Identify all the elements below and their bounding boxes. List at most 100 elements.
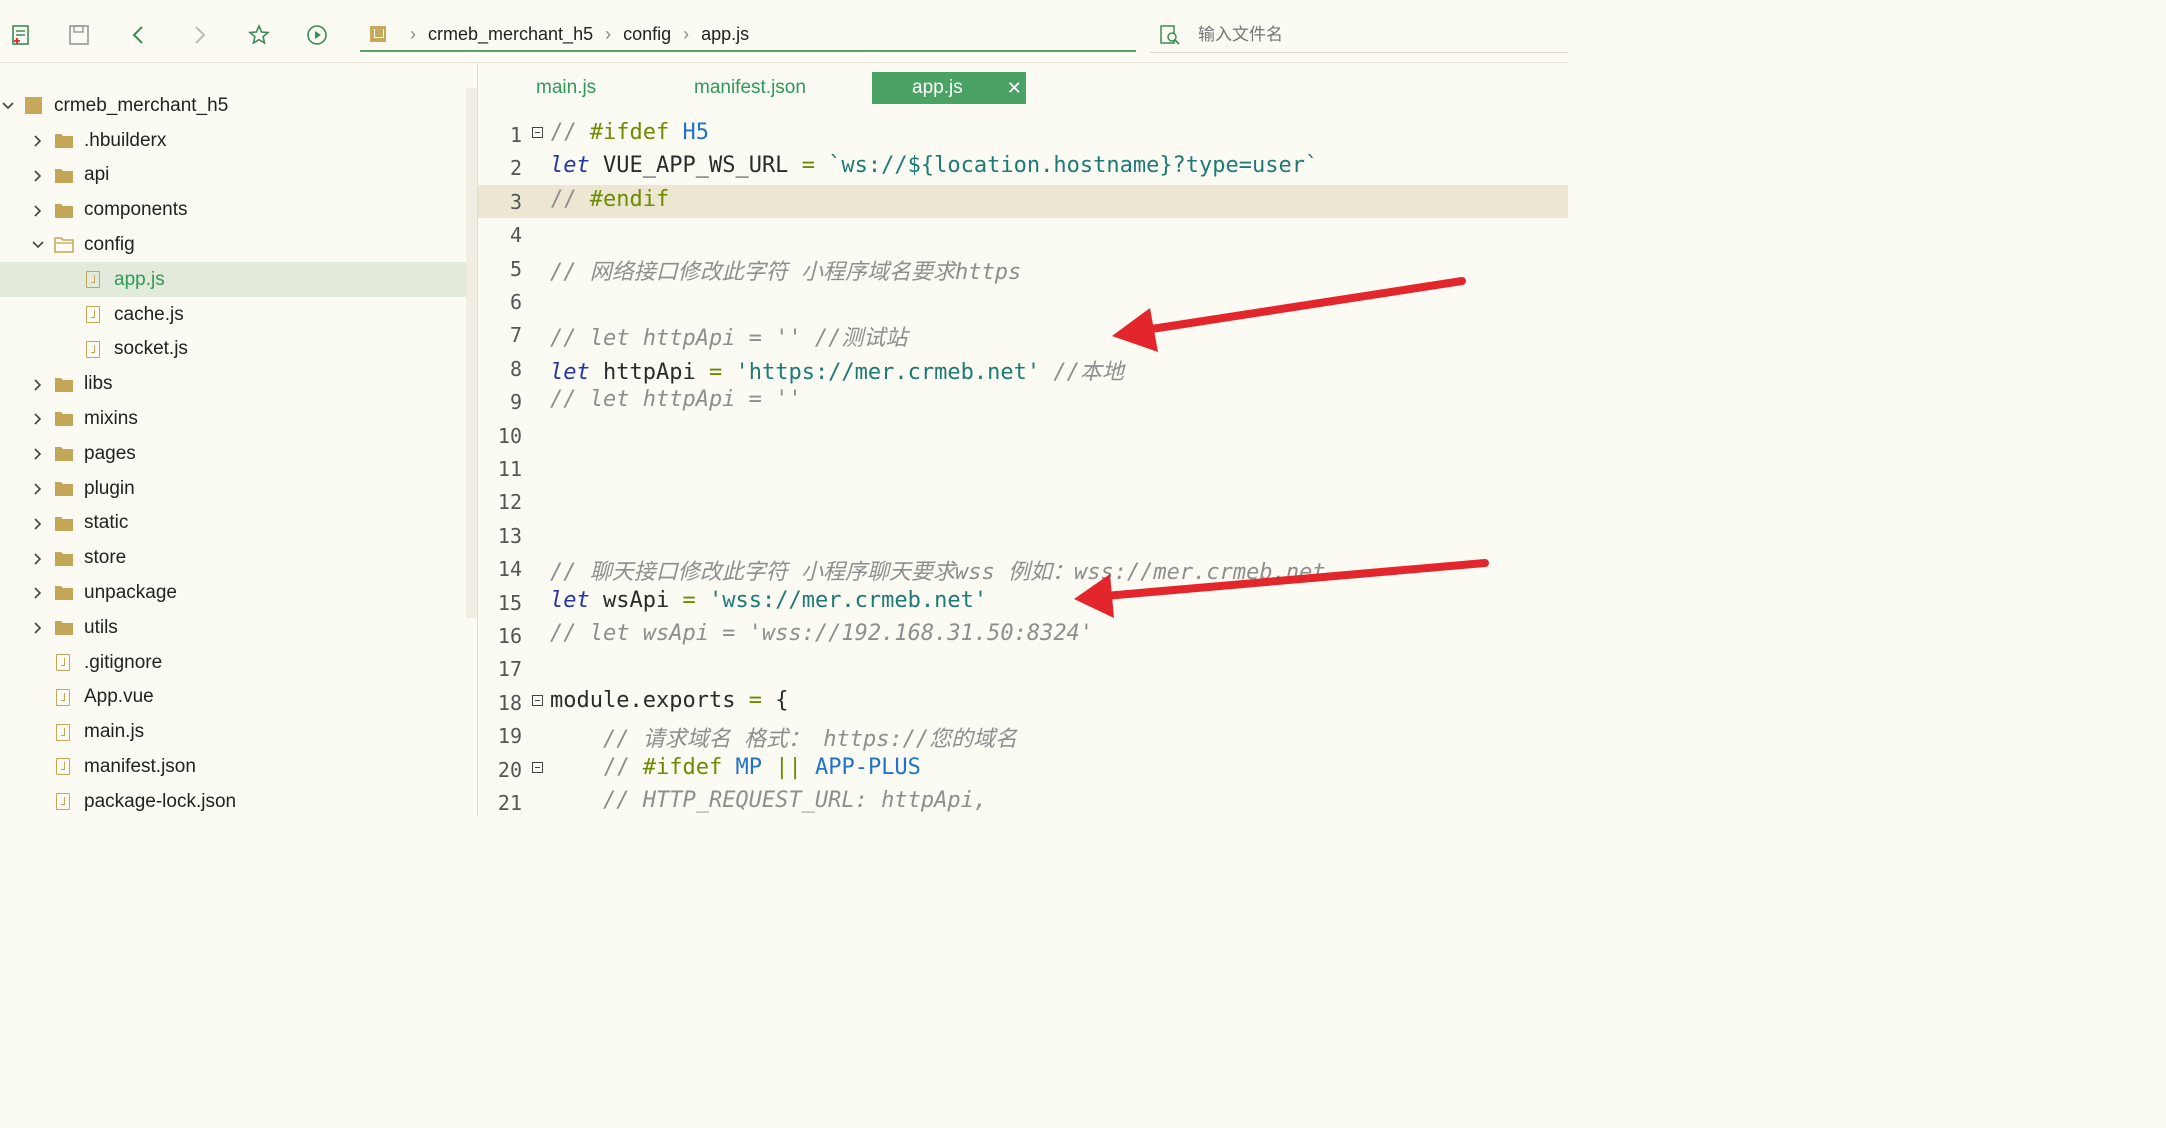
code-line[interactable]: 7 // let httpApi = '' //测试站 [478, 318, 1568, 351]
code-line[interactable]: 11 [478, 452, 1568, 485]
chevron-right-icon[interactable] [30, 133, 46, 149]
chevron-down-icon[interactable] [30, 237, 46, 253]
back-icon[interactable] [126, 22, 152, 48]
code-text: // #ifdef H5 [550, 120, 709, 145]
code-line[interactable]: 10 [478, 419, 1568, 452]
file-search-input[interactable] [1196, 24, 1500, 46]
code-line[interactable]: 17 [478, 652, 1568, 685]
star-icon[interactable] [246, 22, 272, 48]
line-number: 8 [509, 356, 522, 381]
code-line[interactable]: 14 // 聊天接口修改此字符 小程序聊天要求wss 例如：wss://mer.c… [478, 552, 1568, 585]
code-text: // let wsApi = 'wss://192.168.31.50:8324… [550, 621, 1094, 646]
chevron-right-icon[interactable] [30, 377, 46, 393]
code-line[interactable]: 4 [478, 218, 1568, 251]
close-icon[interactable]: ✕ [1007, 78, 1022, 99]
tree-item[interactable]: plugin [0, 471, 466, 506]
project-explorer: crmeb_merchant_h5 .hbuilderx api component… [0, 62, 466, 817]
folder-icon [54, 445, 74, 462]
code-line[interactable]: 19 // 请求域名 格式： https://您的域名 [478, 719, 1568, 752]
code-line[interactable]: 6 [478, 285, 1568, 318]
folder-icon [54, 550, 74, 566]
tree-item[interactable]: unpackage [0, 575, 466, 610]
code-line[interactable]: 2 let VUE_APP_WS_URL = `ws://${location.h… [478, 151, 1568, 184]
breadcrumb: › crmeb_merchant_h5 › config › app.js [360, 18, 1136, 52]
code-line[interactable]: 18 module.exports = { [478, 686, 1568, 719]
tab-app-js[interactable]: app.js ✕ [872, 72, 1026, 104]
line-number: 1 [509, 123, 522, 147]
tree-item[interactable]: libs [0, 367, 466, 402]
code-editor[interactable]: 1 // #ifdef H5 2 let VUE_APP_WS_URL = `ws:/… [478, 112, 1568, 817]
tree-item[interactable]: cache.js [0, 297, 466, 332]
editor-tabs: main.js manifest.json app.js ✕ [478, 62, 1568, 112]
chevron-right-icon[interactable] [30, 551, 46, 567]
folder-icon [54, 515, 74, 531]
save-icon[interactable] [66, 22, 92, 48]
line-number: 17 [497, 657, 522, 682]
code-line[interactable]: 3 // #endif [478, 184, 1568, 218]
chevron-right-icon[interactable] [30, 620, 46, 636]
file-icon [56, 723, 70, 741]
code-line[interactable]: 8 let httpApi = 'https://mer.crmeb.net' /… [478, 352, 1568, 385]
code-line[interactable]: 13 [478, 519, 1568, 552]
tree-item[interactable]: App.vue [0, 680, 466, 715]
code-line[interactable]: 1 // #ifdef H5 [478, 118, 1568, 151]
code-line[interactable]: 20 // #ifdef MP || APP-PLUS [478, 753, 1568, 786]
code-text: // 网络接口修改此字符 小程序域名要求https [550, 259, 1022, 285]
tree-item[interactable]: static [0, 506, 466, 541]
chevron-down-icon[interactable] [0, 98, 16, 114]
chevron-right-icon[interactable] [30, 481, 46, 497]
chevron-right-icon[interactable] [30, 168, 46, 184]
line-number: 5 [509, 256, 522, 281]
code-line[interactable]: 5 // 网络接口修改此字符 小程序域名要求https [478, 252, 1568, 285]
tree-item[interactable]: api [0, 158, 466, 193]
new-file-icon[interactable] [8, 22, 34, 48]
tree-item[interactable]: pages [0, 436, 466, 471]
tree-item[interactable]: manifest.json [0, 749, 466, 784]
tree-root-label: crmeb_merchant_h5 [54, 94, 229, 116]
chevron-right-icon[interactable] [30, 516, 46, 532]
tree-root[interactable]: crmeb_merchant_h5 [0, 88, 466, 123]
tab-label: main.js [536, 77, 597, 98]
chevron-right-icon[interactable] [30, 446, 46, 462]
tree-item[interactable]: .gitignore [0, 645, 466, 680]
tab-main-js[interactable]: main.js [536, 72, 596, 104]
fold-toggle-icon[interactable] [532, 761, 543, 773]
run-icon[interactable] [304, 22, 330, 48]
code-line[interactable]: 21 // HTTP_REQUEST_URL: httpApi, [478, 786, 1568, 817]
tree-item-label: App.vue [84, 686, 154, 708]
breadcrumb-item-file[interactable]: app.js [701, 24, 749, 45]
chevron-right-icon[interactable] [30, 203, 46, 219]
tree-item-label: static [84, 512, 129, 534]
forward-icon[interactable] [186, 22, 212, 48]
tree-item[interactable]: .hbuilderx [0, 123, 466, 158]
line-number: 2 [509, 156, 522, 181]
code-line[interactable]: 16 // let wsApi = 'wss://192.168.31.50:83… [478, 619, 1568, 652]
tree-item[interactable]: config [0, 227, 466, 262]
code-text: module.exports = { [550, 687, 789, 713]
file-icon [56, 654, 70, 671]
folder-icon [54, 410, 74, 427]
folder-icon [54, 202, 74, 218]
code-line[interactable]: 15 let wsApi = 'wss://mer.crmeb.net' [478, 586, 1568, 619]
chevron-right-icon[interactable] [30, 411, 46, 427]
line-number: 20 [497, 757, 522, 782]
breadcrumb-item-config[interactable]: config [623, 24, 671, 45]
fold-toggle-icon[interactable] [532, 127, 543, 138]
fold-toggle-icon[interactable] [532, 694, 543, 706]
tab-manifest-json[interactable]: manifest.json [694, 72, 806, 104]
chevron-right-icon[interactable] [30, 585, 46, 601]
tree-item[interactable]: components [0, 193, 466, 228]
tree-item[interactable]: app.js [0, 262, 466, 298]
code-line[interactable]: 9 // let httpApi = '' [478, 385, 1568, 418]
tree-item[interactable]: main.js [0, 715, 466, 750]
tree-item[interactable]: utils [0, 610, 466, 645]
tree-item[interactable]: package-lock.json [0, 784, 466, 817]
tree-item-label: store [84, 547, 127, 569]
code-line[interactable]: 12 [478, 485, 1568, 518]
file-search-icon [1158, 23, 1182, 47]
tree-item[interactable]: socket.js [0, 332, 466, 367]
breadcrumb-item-project[interactable]: crmeb_merchant_h5 [428, 24, 593, 45]
tree-item[interactable]: store [0, 541, 466, 576]
chevron-right-icon: › [410, 23, 416, 44]
tree-item[interactable]: mixins [0, 401, 466, 436]
